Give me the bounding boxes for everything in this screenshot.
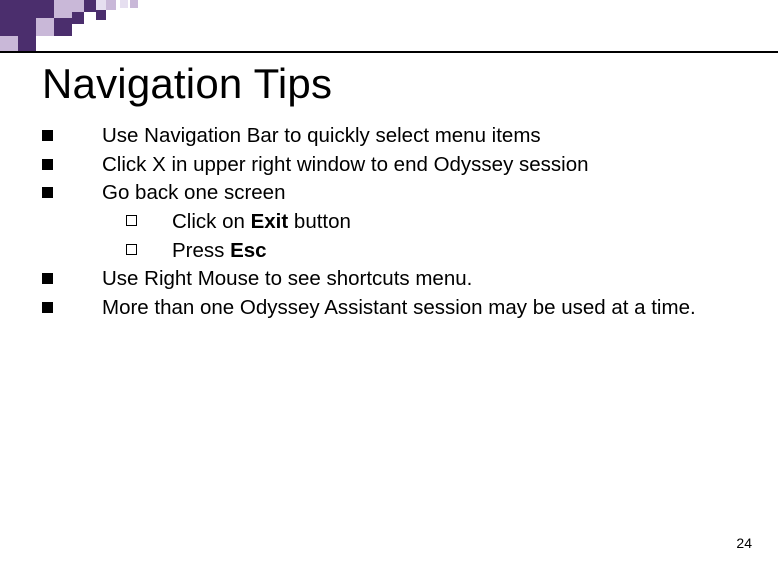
bullet-item: Use Right Mouse to see shortcuts menu. — [42, 265, 742, 294]
sub-bold: Exit — [251, 210, 289, 233]
bullet-text: Go back one screen — [102, 181, 285, 204]
sub-text: Press — [172, 239, 230, 262]
page-number: 24 — [736, 535, 752, 551]
header-rule — [0, 51, 778, 53]
sub-bullet-item: Press Esc — [126, 237, 742, 266]
bullet-item: Click X in upper right window to end Ody… — [42, 151, 742, 180]
sub-bold: Esc — [230, 239, 266, 262]
sub-text: button — [288, 210, 351, 233]
bullet-item: More than one Odyssey Assistant session … — [42, 294, 742, 323]
slide-body: Use Navigation Bar to quickly select men… — [42, 122, 742, 323]
corner-motif — [0, 0, 160, 52]
sub-text: Click on — [172, 210, 251, 233]
slide-title: Navigation Tips — [42, 60, 332, 108]
bullet-item: Use Navigation Bar to quickly select men… — [42, 122, 742, 151]
bullet-item: Go back one screen Click on Exit button … — [42, 179, 742, 265]
sub-bullet-item: Click on Exit button — [126, 208, 742, 237]
